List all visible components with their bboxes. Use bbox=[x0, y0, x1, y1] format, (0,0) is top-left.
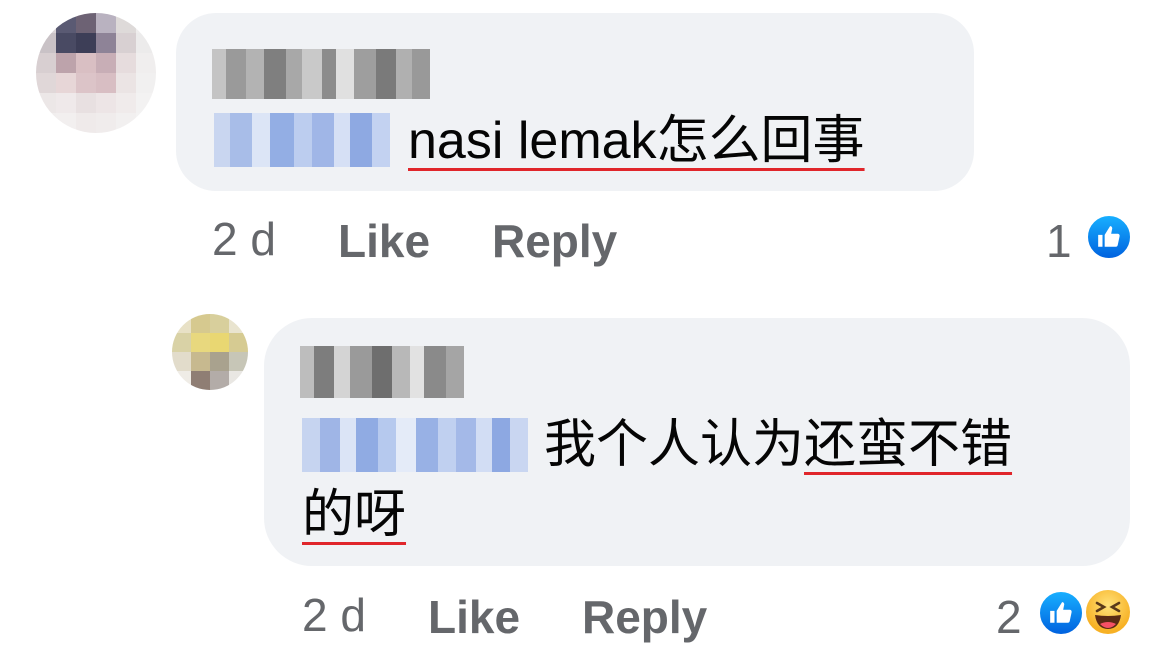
reply-button[interactable]: Reply bbox=[492, 214, 617, 268]
commenter-name-redacted[interactable] bbox=[212, 49, 430, 99]
comment-bubble: nasi lemak怎么回事 bbox=[176, 13, 974, 191]
like-button[interactable]: Like bbox=[428, 590, 520, 644]
like-reaction-icon[interactable] bbox=[1038, 590, 1084, 636]
laughing-face-icon bbox=[1095, 601, 1121, 629]
reply-text-line-2: 的呀 bbox=[302, 482, 406, 548]
thumbs-up-icon bbox=[1098, 226, 1120, 247]
commenter-avatar[interactable] bbox=[36, 13, 156, 133]
reaction-count[interactable]: 1 bbox=[1046, 214, 1072, 268]
comment-timestamp[interactable]: 2 d bbox=[212, 212, 276, 266]
reply-text-line-1: 我个人认为还蛮不错 bbox=[544, 412, 1012, 478]
reply-timestamp[interactable]: 2 d bbox=[302, 588, 366, 642]
comment-text: nasi lemak怎么回事 bbox=[408, 108, 865, 174]
like-reaction-icon[interactable] bbox=[1086, 214, 1132, 260]
reaction-count[interactable]: 2 bbox=[996, 590, 1022, 644]
mention-redacted[interactable] bbox=[214, 113, 390, 167]
reply-bubble: 我个人认为还蛮不错 的呀 bbox=[264, 318, 1130, 566]
reply-text-plain: 我个人认为 bbox=[544, 416, 805, 474]
comment-text-underlined: nasi lemak怎么回事 bbox=[408, 112, 865, 170]
reply-text-underlined: 的呀 bbox=[302, 486, 407, 544]
reply-button[interactable]: Reply bbox=[582, 590, 707, 644]
haha-reaction-icon[interactable] bbox=[1084, 588, 1132, 636]
like-button[interactable]: Like bbox=[338, 214, 430, 268]
replier-name-redacted[interactable] bbox=[300, 346, 464, 398]
thumbs-up-icon bbox=[1050, 602, 1072, 623]
replier-avatar[interactable] bbox=[172, 314, 248, 390]
reply-text-underlined: 还蛮不错 bbox=[804, 416, 1013, 474]
mention-redacted[interactable] bbox=[302, 418, 528, 472]
